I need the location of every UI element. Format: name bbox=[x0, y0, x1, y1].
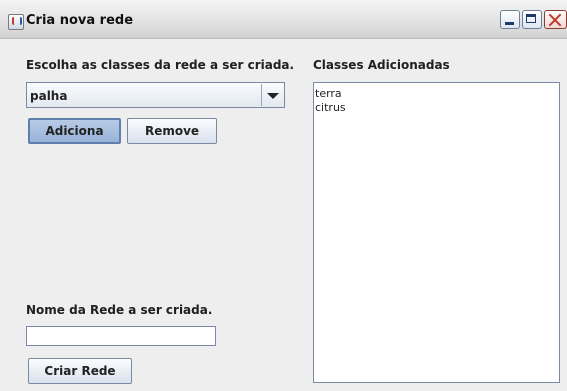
list-item[interactable]: terra bbox=[314, 87, 559, 101]
maximize-button[interactable] bbox=[522, 10, 542, 29]
minimize-button[interactable] bbox=[500, 10, 520, 29]
dialog-window: Cria nova rede Escolha as classes da red… bbox=[0, 0, 567, 391]
window-title: Cria nova rede bbox=[26, 13, 134, 28]
choose-classes-label: Escolha as classes da rede a ser criada. bbox=[26, 58, 295, 72]
title-bar[interactable]: Cria nova rede bbox=[0, 0, 567, 39]
remove-button[interactable]: Remove bbox=[127, 118, 217, 144]
class-select[interactable]: palha bbox=[26, 82, 285, 108]
java-app-icon bbox=[8, 14, 24, 30]
create-network-button[interactable]: Criar Rede bbox=[28, 358, 132, 384]
added-classes-list[interactable]: terra citrus bbox=[313, 82, 560, 383]
network-name-input[interactable] bbox=[26, 326, 216, 346]
list-item[interactable]: citrus bbox=[314, 101, 559, 115]
class-select-value: palha bbox=[30, 89, 68, 103]
network-name-label: Nome da Rede a ser criada. bbox=[26, 303, 213, 317]
close-button[interactable] bbox=[544, 10, 567, 29]
chevron-down-icon[interactable] bbox=[261, 84, 283, 106]
add-button[interactable]: Adiciona bbox=[28, 118, 121, 144]
added-classes-label: Classes Adicionadas bbox=[313, 58, 450, 72]
